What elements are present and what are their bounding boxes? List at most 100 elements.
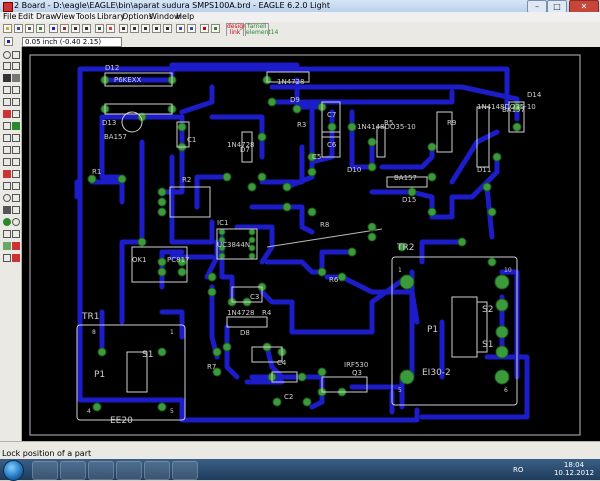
lock-icon[interactable] [12,122,20,130]
element14-logo[interactable]: farnell element14 [245,23,278,37]
drc-icon[interactable] [3,254,11,262]
save-icon[interactable] [14,24,23,33]
layer-icon[interactable] [106,24,115,33]
pin-tr2-1: 1 [398,267,402,274]
go-icon[interactable] [211,24,220,33]
ratsnest-icon[interactable] [3,242,11,250]
replace-icon[interactable] [3,122,11,130]
undo-icon[interactable] [176,24,185,33]
ulp-icon[interactable] [71,24,80,33]
smash-icon[interactable] [3,146,11,154]
pcb-layout[interactable]: D12 P6KEXX D13 BA157 R1 C1 IC1 OK1 PC817… [22,47,600,441]
menu-draw[interactable]: Draw [36,12,57,22]
add-icon[interactable] [12,110,20,118]
board-canvas[interactable]: D12 P6KEXX D13 BA157 R1 C1 IC1 OK1 PC817… [22,47,600,441]
via-icon[interactable] [3,218,11,226]
label-c1: C1 [187,136,196,144]
menu-view[interactable]: View [56,12,75,22]
menu-tools[interactable]: Tools [76,12,96,22]
clock-date: 10.12.2012 [553,469,595,477]
label-c7: C7 [327,111,336,119]
copy-icon[interactable] [12,74,20,82]
label-r8: R8 [320,221,329,229]
label-s1a: S1 [142,350,153,360]
system-clock[interactable]: 18:04 10.12.2012 [551,461,597,477]
info-icon[interactable] [3,51,11,59]
start-button[interactable] [3,460,24,481]
optimize-icon[interactable] [12,158,20,166]
mirror-icon[interactable] [3,86,11,94]
schematic-icon[interactable] [60,24,69,33]
split-icon[interactable] [3,158,11,166]
arc-icon[interactable] [12,194,20,202]
label-1n4148a: 1N4148DO35-10 [357,123,416,131]
change-icon[interactable] [12,98,20,106]
group-icon[interactable] [3,98,11,106]
label-ic1: IC1 [217,219,228,227]
menu-library[interactable]: Library [97,12,125,22]
route-icon[interactable] [3,170,11,178]
ie-taskbar-icon[interactable] [32,461,58,480]
grid-icon[interactable] [95,24,104,33]
miter-icon[interactable] [12,146,20,154]
eagle-app-icon [3,2,13,12]
layer-select-icon[interactable] [4,37,13,46]
design-link-logo[interactable]: design link [226,23,247,37]
pin-tr1-5: 5 [170,408,174,415]
label-q3: Q3 [352,369,362,377]
label-r7: R7 [207,363,216,371]
text-icon[interactable] [12,182,20,190]
stop-icon[interactable] [200,24,209,33]
language-indicator[interactable]: RO [513,466,523,474]
move-icon[interactable] [3,74,11,82]
pin-tr2-5: 5 [398,387,402,394]
explorer-taskbar-icon[interactable] [60,461,86,480]
autorouter-icon[interactable] [12,242,20,250]
menu-file[interactable]: File [3,12,16,22]
label-c5: C5 [312,153,321,161]
polygon-icon[interactable] [12,206,20,214]
attribute-icon[interactable] [3,230,11,238]
label-1n4728a: 1N4728 [277,78,305,86]
pin-tr1-4: 4 [87,408,91,415]
zoom-in-icon[interactable] [130,24,139,33]
script-icon[interactable] [82,24,91,33]
status-message: Lock position of a part [2,449,92,458]
label-ba157b: BA157 [394,174,417,182]
label-s2: S2 [482,305,493,315]
zoom-fit-icon[interactable] [119,24,128,33]
zoom-out-icon[interactable] [141,24,150,33]
photo-taskbar-icon[interactable] [172,461,198,480]
redo-icon[interactable] [187,24,196,33]
redraw-icon[interactable] [163,24,172,33]
rect-icon[interactable] [3,206,11,214]
print-icon[interactable] [25,24,34,33]
zoom-select-icon[interactable] [152,24,161,33]
hole-icon[interactable] [12,218,20,226]
show-icon[interactable] [12,51,20,59]
circle-icon[interactable] [3,194,11,202]
menu-edit[interactable]: Edit [18,12,34,22]
name-icon[interactable] [3,134,11,142]
board-icon[interactable] [49,24,58,33]
dimension-icon[interactable] [12,230,20,238]
display-icon[interactable] [3,62,11,70]
wire-icon[interactable] [3,182,11,190]
ripup-icon[interactable] [12,170,20,178]
rotate-icon[interactable] [12,86,20,94]
eagle-taskbar-icon[interactable] [144,461,170,480]
menu-help[interactable]: Help [176,12,194,22]
label-d12: D12 [105,64,119,72]
label-ba157c: BA157 [502,106,525,114]
label-r4: R4 [262,309,272,317]
delete-icon[interactable] [3,110,11,118]
open-icon[interactable] [3,24,12,33]
media-taskbar-icon[interactable] [116,461,142,480]
mark-icon[interactable] [12,62,20,70]
pin-tr2-6: 6 [504,387,508,394]
value-icon[interactable] [12,134,20,142]
firefox-taskbar-icon[interactable] [88,461,114,480]
command-toolbar [0,47,22,441]
cam-icon[interactable] [36,24,45,33]
errors-icon[interactable] [12,254,20,262]
